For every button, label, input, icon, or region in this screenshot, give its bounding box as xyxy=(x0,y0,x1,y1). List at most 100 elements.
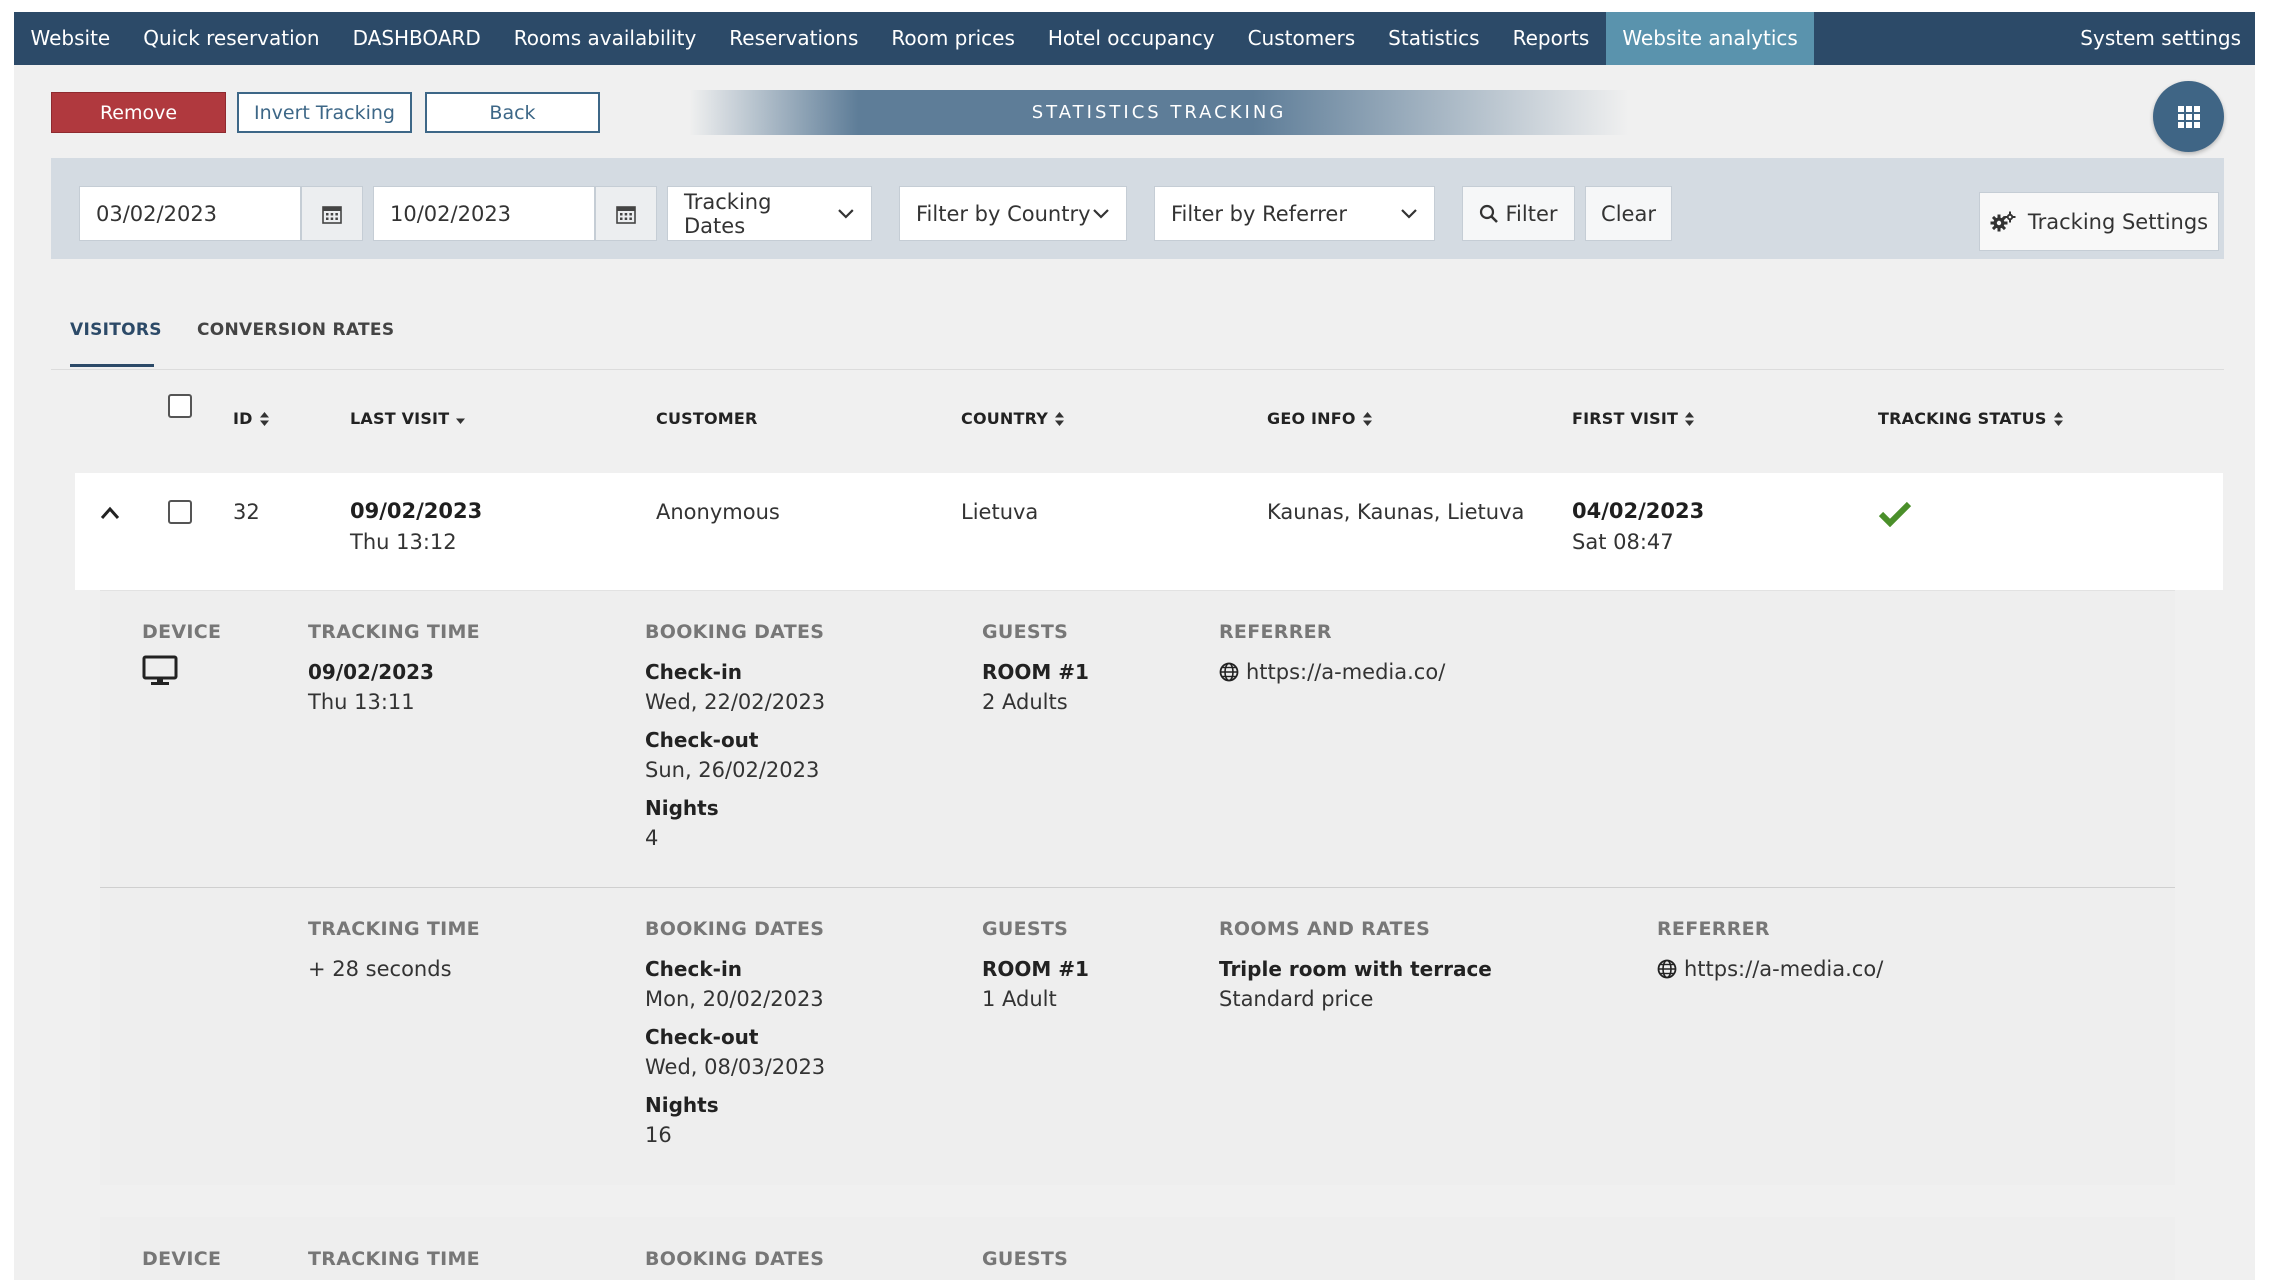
check-out-label: Check-out xyxy=(645,1025,759,1049)
filter-button-label: Filter xyxy=(1505,201,1558,226)
referrer-link[interactable]: https://a-media.co/ xyxy=(1684,957,1883,981)
nav-reservations[interactable]: Reservations xyxy=(713,12,875,65)
device-label: DEVICE xyxy=(142,621,222,643)
column-header-first-visit[interactable]: FIRST VISIT xyxy=(1572,409,1695,428)
chevron-down-icon xyxy=(838,208,854,218)
tracking-time-value: Thu 13:11 xyxy=(308,690,415,714)
row-checkbox[interactable] xyxy=(168,500,192,524)
sort-desc-icon xyxy=(456,418,466,424)
checkmark-icon xyxy=(1878,501,1912,527)
globe-icon xyxy=(1219,662,1239,682)
tracking-date: 09/02/2023 xyxy=(308,660,434,684)
column-first-visit-label: FIRST VISIT xyxy=(1572,409,1679,428)
sort-icon xyxy=(1362,411,1372,426)
rooms-and-rates-label: ROOMS AND RATES xyxy=(1219,918,1431,940)
tab-conversion-rates[interactable]: CONVERSION RATES xyxy=(197,320,394,340)
apps-grid-button[interactable] xyxy=(2153,81,2224,152)
remove-button[interactable]: Remove xyxy=(51,92,226,133)
clear-button[interactable]: Clear xyxy=(1585,186,1672,241)
tracking-settings-button[interactable]: Tracking Settings xyxy=(1979,192,2219,251)
check-in-label: Check-in xyxy=(645,660,743,684)
globe-icon xyxy=(1657,959,1677,979)
chevron-down-icon xyxy=(1401,208,1417,219)
chevron-down-icon xyxy=(1093,208,1109,219)
column-header-last-visit[interactable]: LAST VISIT xyxy=(350,409,466,428)
geo-info-value: Kaunas, Kaunas, Lietuva xyxy=(1267,500,1525,524)
date-to-calendar-button[interactable] xyxy=(595,186,657,241)
tabs-divider xyxy=(51,369,2224,370)
date-from-calendar-button[interactable] xyxy=(301,186,363,241)
column-header-customer: CUSTOMER xyxy=(656,409,758,428)
guests-label: GUESTS xyxy=(982,1248,1069,1270)
country-filter-value: Filter by Country xyxy=(916,201,1091,226)
column-header-country[interactable]: COUNTRY xyxy=(961,409,1065,428)
guests-value: 2 Adults xyxy=(982,690,1068,714)
grid-icon xyxy=(2177,105,2200,128)
tracking-settings-label: Tracking Settings xyxy=(2027,209,2209,234)
check-out-value: Sun, 26/02/2023 xyxy=(645,758,820,782)
guests-label: GUESTS xyxy=(982,621,1069,643)
referrer-filter-value: Filter by Referrer xyxy=(1171,201,1347,226)
top-navigation: Website Quick reservation DASHBOARD Room… xyxy=(14,12,2255,65)
date-to-input[interactable]: 10/02/2023 xyxy=(373,186,595,241)
referrer-link[interactable]: https://a-media.co/ xyxy=(1246,660,1445,684)
column-header-id[interactable]: ID xyxy=(233,409,269,428)
sort-icon xyxy=(1055,411,1065,426)
check-in-label: Check-in xyxy=(645,957,743,981)
back-button[interactable]: Back xyxy=(425,92,600,133)
booking-dates-label: BOOKING DATES xyxy=(645,621,825,643)
nav-system-settings[interactable]: System settings xyxy=(2064,12,2255,65)
referrer-label: REFERRER xyxy=(1219,621,1332,643)
tracking-time-label: TRACKING TIME xyxy=(308,1248,480,1270)
check-in-value: Wed, 22/02/2023 xyxy=(645,690,826,714)
referrer-label: REFERRER xyxy=(1657,918,1770,940)
sort-icon xyxy=(259,411,269,426)
nav-hotel-occupancy[interactable]: Hotel occupancy xyxy=(1031,12,1231,65)
nav-reports[interactable]: Reports xyxy=(1496,12,1606,65)
active-tab-indicator xyxy=(70,364,154,367)
last-visit-date: 09/02/2023 xyxy=(350,499,483,523)
column-header-tracking-status[interactable]: TRACKING STATUS xyxy=(1878,409,2063,428)
nav-website[interactable]: Website xyxy=(14,12,127,65)
calendar-icon xyxy=(616,205,636,224)
tracking-time-value: + 28 seconds xyxy=(308,957,452,981)
booking-dates-label: BOOKING DATES xyxy=(645,918,825,940)
date-from-input[interactable]: 03/02/2023 xyxy=(79,186,301,241)
nights-label: Nights xyxy=(645,1093,719,1117)
customer-name: Anonymous xyxy=(656,500,780,524)
tracking-dates-select[interactable]: Tracking Dates xyxy=(667,186,872,241)
referrer-filter-select[interactable]: Filter by Referrer xyxy=(1154,186,1435,241)
country-filter-select[interactable]: Filter by Country xyxy=(899,186,1127,241)
nav-rooms-availability[interactable]: Rooms availability xyxy=(497,12,713,65)
nav-statistics[interactable]: Statistics xyxy=(1372,12,1496,65)
check-out-label: Check-out xyxy=(645,728,759,752)
desktop-icon xyxy=(142,655,178,685)
first-visit-time: Sat 08:47 xyxy=(1572,530,1674,554)
column-status-label: TRACKING STATUS xyxy=(1878,409,2047,428)
gears-icon xyxy=(1990,211,2016,231)
nights-value: 16 xyxy=(645,1123,672,1147)
select-all-checkbox[interactable] xyxy=(168,394,192,418)
chevron-up-icon[interactable] xyxy=(100,506,120,520)
nav-customers[interactable]: Customers xyxy=(1231,12,1372,65)
nav-dashboard[interactable]: DASHBOARD xyxy=(336,12,497,65)
booking-dates-label: BOOKING DATES xyxy=(645,1248,825,1270)
invert-tracking-button[interactable]: Invert Tracking xyxy=(237,92,412,133)
sort-icon xyxy=(2053,411,2063,426)
room-label: ROOM #1 xyxy=(982,660,1089,684)
search-icon xyxy=(1480,204,1499,223)
column-header-geo-info[interactable]: GEO INFO xyxy=(1267,409,1372,428)
nav-room-prices[interactable]: Room prices xyxy=(875,12,1032,65)
nav-website-analytics[interactable]: Website analytics xyxy=(1605,12,1815,65)
filter-button[interactable]: Filter xyxy=(1462,186,1575,241)
sort-icon xyxy=(1685,411,1695,426)
last-visit-time: Thu 13:12 xyxy=(350,530,457,554)
column-country-label: COUNTRY xyxy=(961,409,1049,428)
nav-quick-reservation[interactable]: Quick reservation xyxy=(127,12,336,65)
column-id-label: ID xyxy=(233,409,253,428)
tab-visitors[interactable]: VISITORS xyxy=(70,320,162,340)
date-from-value: 03/02/2023 xyxy=(96,201,218,226)
row-id: 32 xyxy=(233,500,260,524)
first-visit-date: 04/02/2023 xyxy=(1572,499,1705,523)
device-label: DEVICE xyxy=(142,1248,222,1270)
